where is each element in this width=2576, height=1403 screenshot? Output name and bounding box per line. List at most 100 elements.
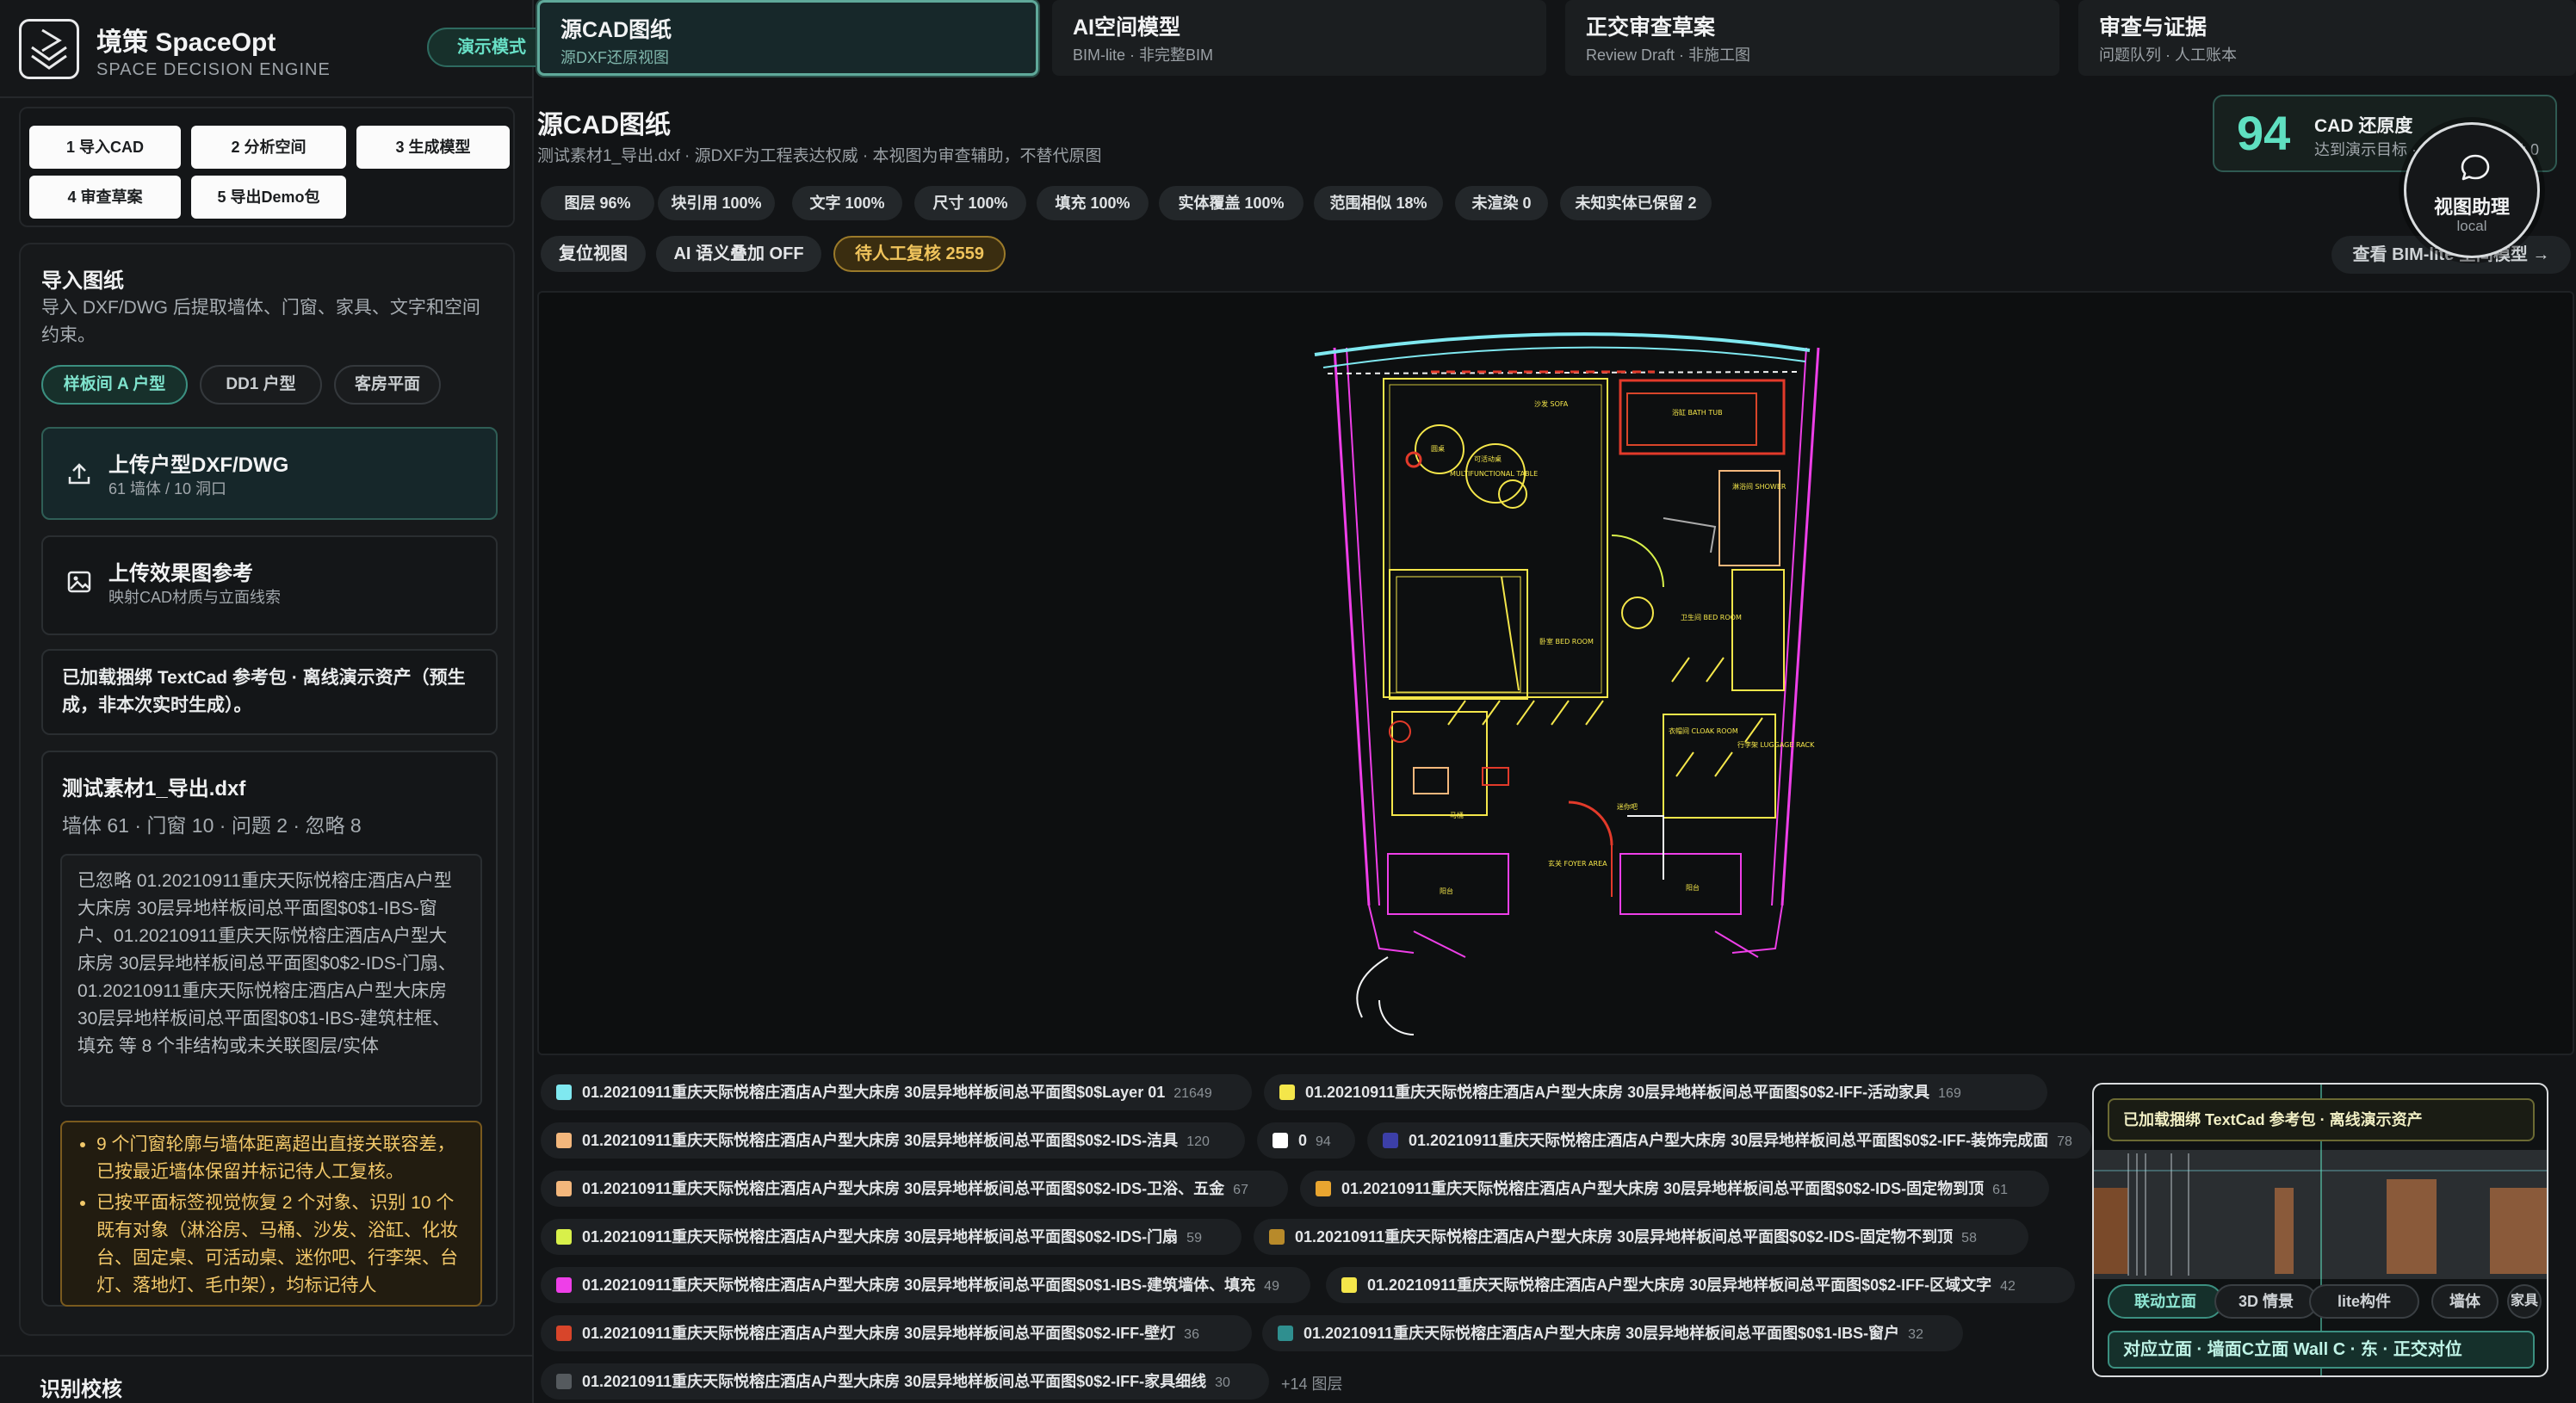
stat-entity-coverage: 实体覆盖 100% <box>1159 186 1303 220</box>
plan-label: 马桶 <box>1450 812 1464 819</box>
assistant-sub: local <box>2456 218 2487 234</box>
plan-label: 衣帽间 CLOAK ROOM <box>1669 727 1738 735</box>
file-card: 测试素材1_导出.dxf 墙体 61 · 门窗 10 · 问题 2 · 忽略 8… <box>41 751 498 1307</box>
layer-swatch <box>556 1133 572 1148</box>
reset-view-button[interactable]: 复位视图 <box>541 236 646 272</box>
step-import-cad[interactable]: 1 导入CAD <box>29 126 181 169</box>
image-icon <box>67 571 91 593</box>
layer-name: 01.20210911重庆天际悦榕庄酒店A户型大床房 30层异地样板间总平面图$… <box>582 1132 1179 1149</box>
layer-swatch <box>1341 1277 1357 1293</box>
tab-ai-space-model[interactable]: AI空间模型 BIM-lite · 非完整BIM <box>1052 0 1546 76</box>
layer-legend-item[interactable]: 01.20210911重庆天际悦榕庄酒店A户型大床房 30层异地样板间总平面图$… <box>541 1122 1245 1159</box>
tab-subtitle: Review Draft · 非施工图 <box>1586 46 1751 64</box>
tab-subtitle: BIM-lite · 非完整BIM <box>1073 46 1214 64</box>
upload-ref-title: 上传效果图参考 <box>108 562 253 585</box>
3d-scene-toggle[interactable]: 3D 情景 <box>2214 1284 2318 1319</box>
pending-review-button[interactable]: 待人工复核 2559 <box>833 236 1006 272</box>
chip-dd1[interactable]: DD1 户型 <box>200 365 322 405</box>
layer-name: 01.20210911重庆天际悦榕庄酒店A户型大床房 30层异地样板间总平面图$… <box>1303 1325 1900 1342</box>
plan-label: 卫生间 BED ROOM <box>1681 614 1742 621</box>
layer-legend-item[interactable]: 01.20210911重庆天际悦榕庄酒店A户型大床房 30层异地样板间总平面图$… <box>1367 1122 2092 1159</box>
tab-source-cad[interactable]: 源CAD图纸 源DXF还原视图 <box>537 0 1038 76</box>
layer-legend-item[interactable]: 01.20210911重庆天际悦榕庄酒店A户型大床房 30层异地样板间总平面图$… <box>541 1171 1288 1207</box>
layer-swatch <box>1316 1181 1331 1196</box>
view-assistant-button[interactable]: 视图助理 local <box>2404 122 2540 258</box>
layer-legend-item[interactable]: 01.20210911重庆天际悦榕庄酒店A户型大床房 30层异地样板间总平面图$… <box>1300 1171 2049 1207</box>
layer-legend-item[interactable]: 01.20210911重庆天际悦榕庄酒店A户型大床房 30层异地样板间总平面图$… <box>541 1219 1242 1255</box>
layer-name: 01.20210911重庆天际悦榕庄酒店A户型大床房 30层异地样板间总平面图$… <box>582 1180 1225 1197</box>
step-review-draft[interactable]: 4 审查草案 <box>29 176 181 219</box>
import-panel: 导入图纸 导入 DXF/DWG 后提取墙体、门窗、家具、文字和空间约束。 样板间… <box>19 243 515 1336</box>
plan-label: 行李架 LUGGAGE RACK <box>1737 741 1815 749</box>
plan-label: 卧室 BED ROOM <box>1539 638 1594 646</box>
layer-swatch <box>556 1277 572 1293</box>
layer-count: 94 <box>1316 1134 1331 1149</box>
tab-title: AI空间模型 <box>1073 15 1181 40</box>
layer-legend-item[interactable]: 01.20210911重庆天际悦榕庄酒店A户型大床房 30层异地样板间总平面图$… <box>1326 1267 2075 1303</box>
layer-count: 59 <box>1186 1231 1202 1245</box>
lite-component-toggle[interactable]: lite构件 <box>2309 1284 2419 1319</box>
layer-legend-item[interactable]: 01.20210911重庆天际悦榕庄酒店A户型大床房 30层异地样板间总平面图$… <box>541 1363 1269 1400</box>
ignored-layers-text: 已忽略 01.20210911重庆天际悦榕庄酒店A户型大床房 30层异地样板间总… <box>60 854 482 1107</box>
wall-filter-toggle[interactable]: 墙体 <box>2431 1284 2499 1319</box>
app-logo-icon <box>19 19 79 79</box>
layer-count: 120 <box>1186 1134 1210 1149</box>
tab-review-evidence[interactable]: 审查与证据 问题队列 · 人工账本 <box>2078 0 2576 76</box>
stat-unrendered: 未渲染 0 <box>1455 186 1548 220</box>
layer-legend-item[interactable]: 0 94 <box>1257 1122 1355 1159</box>
warning-item: 9 个门窗轮廓与墙体距离超出直接关联容差，已按最近墙体保留并标记待人工复核。 <box>96 1131 468 1186</box>
stat-range-similarity: 范围相似 18% <box>1314 186 1443 220</box>
plan-label: 沙发 SOFA <box>1534 400 1569 408</box>
warning-item: 已按平面标签视觉恢复 2 个对象、识别 10 个既有对象（淋浴房、马桶、沙发、浴… <box>96 1190 468 1300</box>
stat-blocks: 块引用 100% <box>658 186 775 220</box>
plan-label: 淋浴间 SHOWER <box>1732 483 1786 491</box>
plan-label: 玄关 FOYER AREA <box>1548 860 1607 868</box>
linked-elevation-toggle[interactable]: 联动立面 <box>2108 1284 2223 1319</box>
layer-name: 0 <box>1298 1132 1308 1149</box>
ai-overlay-toggle[interactable]: AI 语义叠加 OFF <box>656 236 821 272</box>
stat-fill: 填充 100% <box>1037 186 1149 220</box>
page-subtitle: 测试素材1_导出.dxf · 源DXF为工程表达权威 · 本视图为审查辅助，不替… <box>537 147 1102 165</box>
layer-legend-item[interactable]: 01.20210911重庆天际悦榕庄酒店A户型大床房 30层异地样板间总平面图$… <box>541 1315 1252 1351</box>
step-generate-model[interactable]: 3 生成模型 <box>356 126 510 169</box>
upload-ref-sub: 映射CAD材质与立面线索 <box>108 589 282 606</box>
warnings-list: 9 个门窗轮廓与墙体距离超出直接关联容差，已按最近墙体保留并标记待人工复核。 已… <box>60 1121 482 1307</box>
step-export-demo[interactable]: 5 导出Demo包 <box>191 176 346 219</box>
import-title: 导入图纸 <box>41 269 124 293</box>
cad-canvas[interactable]: 沙发 SOFA 浴缸 BATH TUB 圆桌 可活动桌 MULTIFUNCTIO… <box>537 291 2574 1055</box>
layer-name: 01.20210911重庆天际悦榕庄酒店A户型大床房 30层异地样板间总平面图$… <box>1367 1276 1992 1294</box>
chip-sample-a[interactable]: 样板间 A 户型 <box>41 365 188 405</box>
layer-legend-item[interactable]: 01.20210911重庆天际悦榕庄酒店A户型大床房 30层异地样板间总平面图$… <box>1262 1315 1963 1351</box>
elevation-footer: 对应立面 · 墙面C立面 Wall C · 东 · 正交对位 <box>2108 1331 2535 1369</box>
plan-label: 阳台 <box>1440 887 1453 895</box>
elevation-preview[interactable]: 已加载捆绑 TextCad 参考包 · 离线演示资产 联动立面 3D 情景 li… <box>2092 1083 2548 1377</box>
tab-title: 源CAD图纸 <box>560 18 672 42</box>
upload-reference-button[interactable]: 上传效果图参考 映射CAD材质与立面线索 <box>41 535 498 635</box>
layer-count: 36 <box>1184 1327 1199 1342</box>
furniture-filter-toggle[interactable]: 家具 <box>2507 1284 2542 1319</box>
import-desc: 导入 DXF/DWG 后提取墙体、门窗、家具、文字和空间约束。 <box>41 298 480 345</box>
layer-legend-item[interactable]: 01.20210911重庆天际悦榕庄酒店A户型大床房 30层异地样板间总平面图$… <box>541 1074 1252 1110</box>
stat-layers: 图层 96% <box>541 186 654 220</box>
layer-count: 49 <box>1264 1279 1279 1294</box>
more-layers-link[interactable]: +14 图层 <box>1281 1372 1343 1394</box>
layer-legend-item[interactable]: 01.20210911重庆天际悦榕庄酒店A户型大床房 30层异地样板间总平面图$… <box>1254 1219 2028 1255</box>
layer-legend-item[interactable]: 01.20210911重庆天际悦榕庄酒店A户型大床房 30层异地样板间总平面图$… <box>541 1267 1310 1303</box>
layer-swatch <box>556 1374 572 1389</box>
tab-title: 审查与证据 <box>2099 15 2208 40</box>
layer-swatch <box>1269 1229 1285 1245</box>
chip-guest-room[interactable]: 客房平面 <box>334 365 441 405</box>
layer-count: 58 <box>1961 1231 1977 1245</box>
file-stats: 墙体 61 · 门窗 10 · 问题 2 · 忽略 8 <box>62 814 362 837</box>
step-analyze-space[interactable]: 2 分析空间 <box>191 126 346 169</box>
fidelity-label: CAD 还原度 <box>2314 116 2413 136</box>
app-title: 境策 SpaceOpt <box>96 28 276 57</box>
upload-cad-button[interactable]: 上传户型DXF/DWG 61 墙体 / 10 洞口 <box>41 427 498 520</box>
layer-legend-item[interactable]: 01.20210911重庆天际悦榕庄酒店A户型大床房 30层异地样板间总平面图$… <box>1264 1074 2047 1110</box>
brand: 境策 SpaceOpt SPACE DECISION ENGINE 演示模式 <box>19 17 556 86</box>
upload-icon <box>68 463 90 485</box>
layer-name: 01.20210911重庆天际悦榕庄酒店A户型大床房 30层异地样板间总平面图$… <box>1295 1228 1954 1245</box>
workflow-steps: 1 导入CAD 2 分析空间 3 生成模型 4 审查草案 5 导出Demo包 <box>19 107 515 227</box>
tab-ortho-review[interactable]: 正交审查草案 Review Draft · 非施工图 <box>1565 0 2059 76</box>
layer-swatch <box>556 1326 572 1341</box>
